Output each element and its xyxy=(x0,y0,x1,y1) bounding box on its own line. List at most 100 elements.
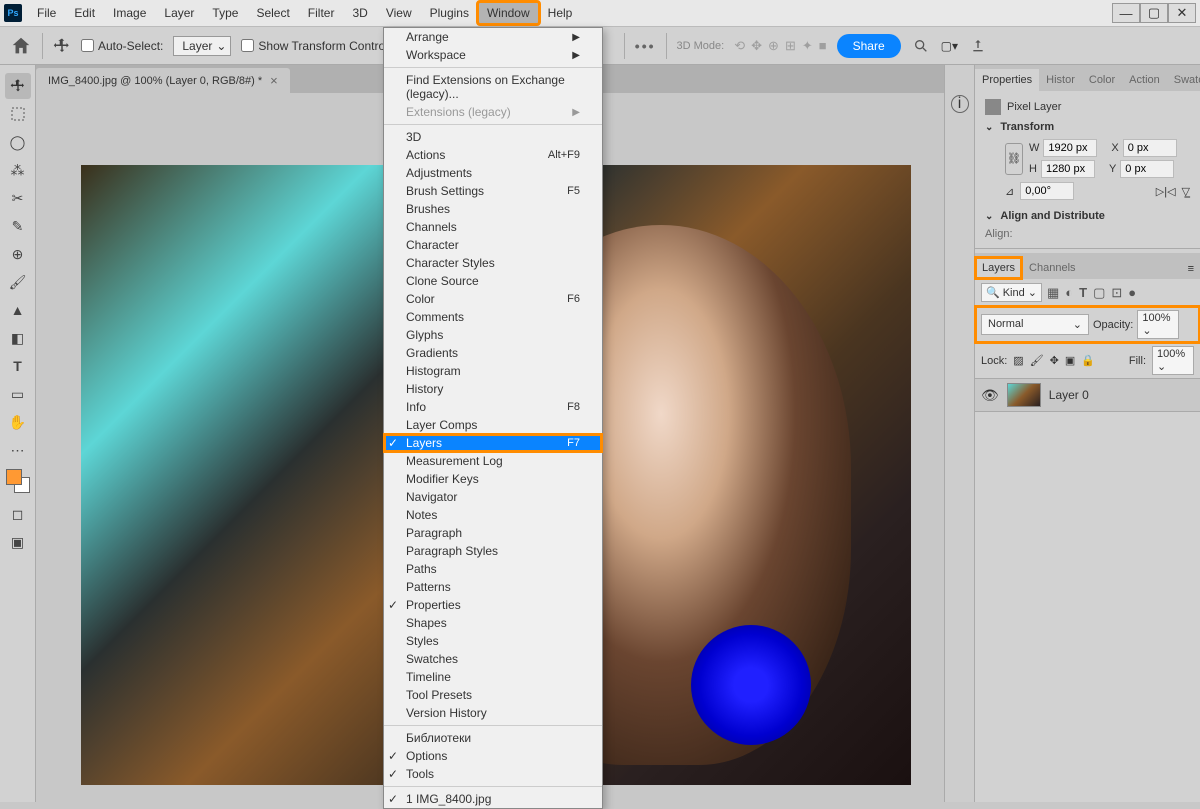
info-icon[interactable]: i xyxy=(951,95,969,113)
menu-window[interactable]: Window xyxy=(478,2,539,24)
minimize-button[interactable]: — xyxy=(1112,3,1140,23)
type-tool[interactable]: T xyxy=(5,353,31,379)
menu-workspace[interactable]: Workspace▶ xyxy=(384,46,602,64)
menu-gradients[interactable]: Gradients xyxy=(384,344,602,362)
menu-shapes[interactable]: Shapes xyxy=(384,614,602,632)
menu-history[interactable]: History xyxy=(384,380,602,398)
lasso-tool[interactable]: ◯ xyxy=(5,129,31,155)
export-icon[interactable] xyxy=(970,38,986,54)
light-icon[interactable]: ✦ xyxy=(802,38,813,54)
pan-icon[interactable]: ✥ xyxy=(751,38,762,54)
menu-swatches[interactable]: Swatches xyxy=(384,650,602,668)
filter-adjust-icon[interactable]: ◐ xyxy=(1065,285,1073,301)
menu-file[interactable]: File xyxy=(28,2,65,24)
more-tools[interactable]: ⋯ xyxy=(5,437,31,463)
menu-arrange[interactable]: Arrange▶ xyxy=(384,28,602,46)
menu-plugins[interactable]: Plugins xyxy=(421,2,478,24)
menu-layers[interactable]: ✓LayersF7 xyxy=(384,434,602,452)
share-button[interactable]: Share xyxy=(837,34,901,58)
menu-adjustments[interactable]: Adjustments xyxy=(384,164,602,182)
menu-notes[interactable]: Notes xyxy=(384,506,602,524)
close-button[interactable]: ✕ xyxy=(1168,3,1196,23)
dolly-icon[interactable]: ⊕ xyxy=(768,38,779,54)
filter-type-icon[interactable]: T xyxy=(1079,285,1087,301)
more-icon[interactable]: ••• xyxy=(635,38,656,54)
menu-3d[interactable]: 3D xyxy=(343,2,376,24)
menu-open-document[interactable]: ✓1 IMG_8400.jpg xyxy=(384,790,602,808)
layer-name[interactable]: Layer 0 xyxy=(1049,388,1089,402)
filter-shape-icon[interactable]: ▢ xyxy=(1093,285,1105,301)
menu-select[interactable]: Select xyxy=(247,2,298,24)
menu-tools[interactable]: ✓Tools xyxy=(384,765,602,783)
menu-3d[interactable]: 3D xyxy=(384,128,602,146)
tab-channels[interactable]: Channels xyxy=(1022,257,1082,279)
link-wh-icon[interactable]: ⛓ xyxy=(1005,143,1023,175)
menu-tool-presets[interactable]: Tool Presets xyxy=(384,686,602,704)
menu-histogram[interactable]: Histogram xyxy=(384,362,602,380)
stamp-tool[interactable]: ▲ xyxy=(5,297,31,323)
y-field[interactable] xyxy=(1120,160,1174,178)
menu-find-extensions[interactable]: Find Extensions on Exchange (legacy)... xyxy=(384,71,602,103)
menu-image[interactable]: Image xyxy=(104,2,155,24)
kind-select[interactable]: 🔍Kind⌄ xyxy=(981,283,1042,302)
camera-icon[interactable]: ■ xyxy=(819,38,827,54)
flip-h-icon[interactable]: ▷|◁ xyxy=(1156,185,1176,198)
tab-color[interactable]: Color xyxy=(1082,69,1122,91)
auto-select-checkbox[interactable]: Auto-Select: xyxy=(81,39,163,53)
align-section[interactable]: Align and Distribute xyxy=(985,210,1190,222)
menu-actions[interactable]: ActionsAlt+F9 xyxy=(384,146,602,164)
menu-modifier-keys[interactable]: Modifier Keys xyxy=(384,470,602,488)
menu-channels[interactable]: Channels xyxy=(384,218,602,236)
width-field[interactable] xyxy=(1043,139,1097,157)
lock-artboard-icon[interactable]: ▣ xyxy=(1065,354,1075,367)
menu-paragraph-styles[interactable]: Paragraph Styles xyxy=(384,542,602,560)
brush-tool[interactable]: 🖌 xyxy=(5,269,31,295)
menu-paragraph[interactable]: Paragraph xyxy=(384,524,602,542)
quick-mask[interactable]: ◻ xyxy=(5,501,31,527)
menu-options[interactable]: ✓Options xyxy=(384,747,602,765)
show-transform-checkbox[interactable]: Show Transform Controls xyxy=(241,39,393,53)
opacity-field[interactable]: 100% ⌄ xyxy=(1137,310,1179,339)
filter-toggle-icon[interactable]: ● xyxy=(1128,285,1136,301)
shape-tool[interactable]: ▭ xyxy=(5,381,31,407)
home-button[interactable] xyxy=(10,35,32,57)
move-tool[interactable] xyxy=(5,73,31,99)
menu-view[interactable]: View xyxy=(377,2,421,24)
filter-smart-icon[interactable]: ⊡ xyxy=(1111,285,1122,301)
layer-select[interactable]: Layer ⌄ xyxy=(173,36,231,56)
tab-swatches[interactable]: Swatcl xyxy=(1167,69,1200,91)
fill-field[interactable]: 100% ⌄ xyxy=(1152,346,1194,375)
eraser-tool[interactable]: ◧ xyxy=(5,325,31,351)
tab-history[interactable]: Histor xyxy=(1039,69,1082,91)
search-icon[interactable] xyxy=(913,38,929,54)
x-field[interactable] xyxy=(1123,139,1177,157)
maximize-button[interactable]: ▢ xyxy=(1140,3,1168,23)
menu-color[interactable]: ColorF6 xyxy=(384,290,602,308)
tab-actions[interactable]: Action xyxy=(1122,69,1167,91)
crop-tool[interactable]: ✂ xyxy=(5,185,31,211)
heal-tool[interactable]: ⊕ xyxy=(5,241,31,267)
menu-measurement-log[interactable]: Measurement Log xyxy=(384,452,602,470)
menu-layer[interactable]: Layer xyxy=(155,2,203,24)
menu-info[interactable]: InfoF8 xyxy=(384,398,602,416)
menu-timeline[interactable]: Timeline xyxy=(384,668,602,686)
filter-pixel-icon[interactable]: ▦ xyxy=(1047,285,1059,301)
layer-thumbnail[interactable] xyxy=(1007,383,1041,407)
blend-mode-select[interactable]: Normal⌄ xyxy=(981,314,1089,335)
menu-version-history[interactable]: Version History xyxy=(384,704,602,722)
angle-field[interactable] xyxy=(1020,182,1074,200)
menu-glyphs[interactable]: Glyphs xyxy=(384,326,602,344)
menu-paths[interactable]: Paths xyxy=(384,560,602,578)
lock-transparency-icon[interactable]: ▨ xyxy=(1013,354,1023,367)
close-tab-icon[interactable]: × xyxy=(270,73,278,88)
menu-brushes[interactable]: Brushes xyxy=(384,200,602,218)
layer-row[interactable]: 👁 Layer 0 xyxy=(975,378,1200,412)
color-swatches[interactable] xyxy=(6,469,30,493)
lock-all-icon[interactable]: 🔒 xyxy=(1081,354,1095,367)
lock-position-icon[interactable]: ✥ xyxy=(1050,354,1059,367)
menu-comments[interactable]: Comments xyxy=(384,308,602,326)
menu-character-styles[interactable]: Character Styles xyxy=(384,254,602,272)
transform-section[interactable]: Transform xyxy=(985,121,1190,133)
menu-patterns[interactable]: Patterns xyxy=(384,578,602,596)
document-tab[interactable]: IMG_8400.jpg @ 100% (Layer 0, RGB/8#) * … xyxy=(36,68,290,93)
